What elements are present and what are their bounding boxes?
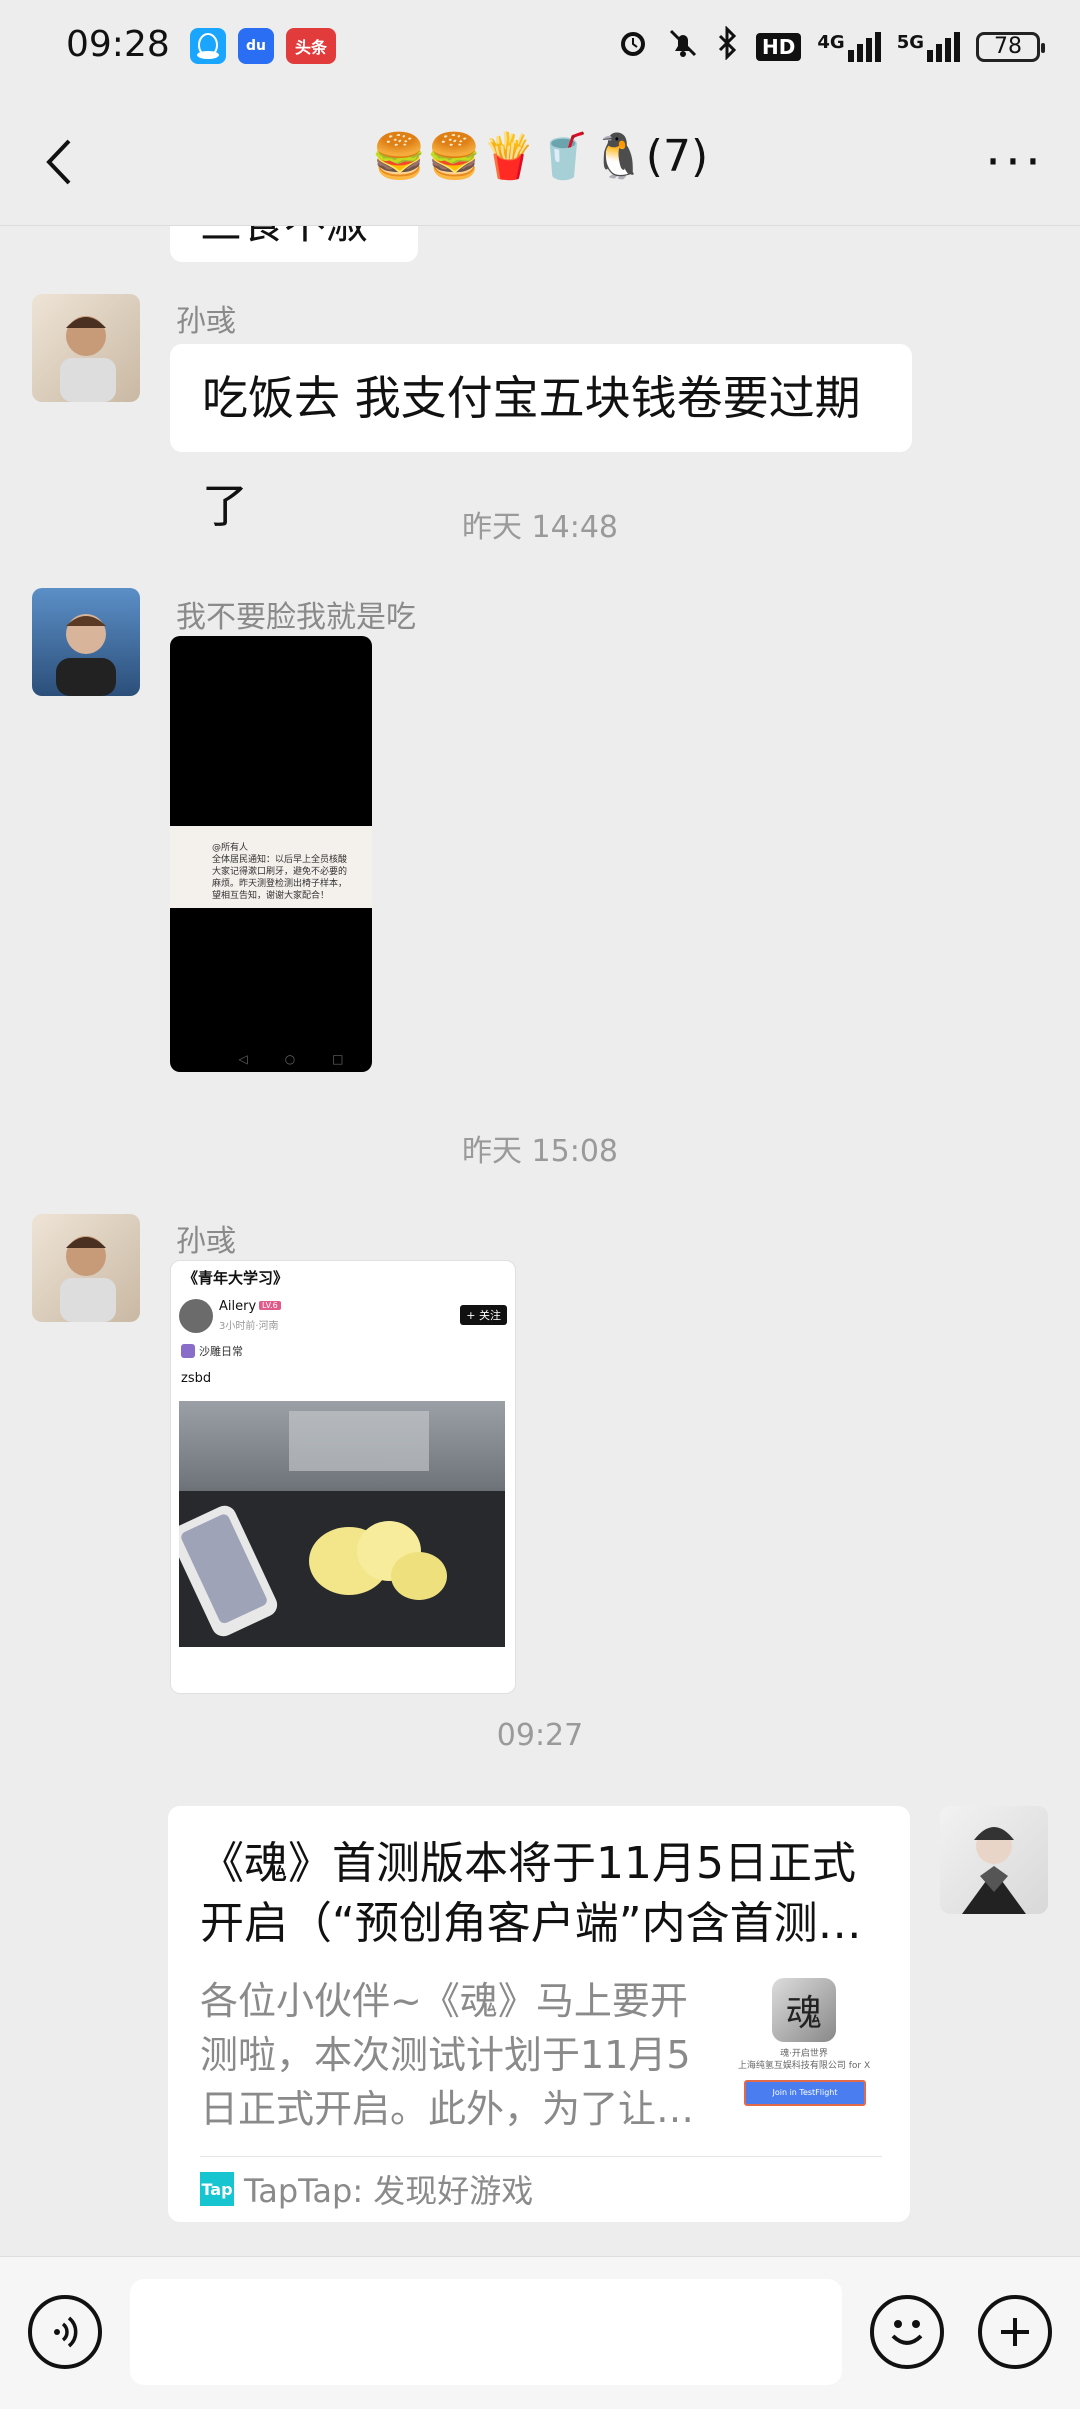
voice-button[interactable] [28, 2295, 102, 2369]
bluetooth-icon [716, 25, 740, 67]
link-divider [200, 2156, 882, 2157]
status-time: 09:28 [66, 24, 170, 65]
qq-icon [190, 28, 226, 64]
battery-indicator: 78 [976, 31, 1045, 62]
shared-post-card[interactable]: 《青年大学习》 Ailery LV.6 3小时前·河南 + 关注 沙雕日常 zs… [170, 1260, 516, 1694]
chat-header: 🍔🍔🍟🥤🐧(7) ··· [0, 100, 1080, 226]
more-options-button[interactable]: ··· [980, 133, 1050, 191]
link-description: 各位小伙伴~《魂》马上要开测啦，本次测试计划于11月5日正式开启。此外，为了让… [200, 1979, 695, 2131]
plus-icon [1001, 2318, 1029, 2346]
baidu-icon: du [238, 28, 274, 64]
status-system-icons: HD 4G 5G 78 [616, 25, 1045, 67]
sender-name: 孙彧 [176, 1224, 236, 1259]
message-text: 三食不淑 [200, 226, 368, 248]
timestamp: 昨天 15:08 [462, 1134, 618, 1169]
emoji-icon [891, 2320, 923, 2345]
signal-4g-icon: 4G [817, 31, 881, 62]
post-body: zsbd [181, 1371, 212, 1386]
alarm-icon [616, 26, 650, 67]
status-app-icons: du 头条 [190, 28, 336, 64]
image-message[interactable]: @所有人 全体居民通知：以后早上全员核酸 大家记得漱口刷牙，避免不必要的 麻烦。… [170, 636, 372, 1072]
chat-title: 🍔🍔🍟🥤🐧(7) [371, 131, 709, 182]
mute-icon [666, 26, 700, 67]
post-title: 《青年大学习》 [183, 1269, 289, 1287]
plus-button[interactable] [978, 2295, 1052, 2369]
post-username: Ailery [219, 1299, 257, 1314]
nav-buttons-bar: ◁ ○ □ [220, 1050, 362, 1068]
hd-icon: HD [756, 32, 802, 61]
message-bubble[interactable]: 吃饭去 我支付宝五块钱卷要过期了 [170, 344, 912, 533]
status-bar: 09:28 du 头条 HD 4G 5G 78 [0, 0, 1080, 100]
voice-icon [54, 2316, 78, 2348]
sender-name: 孙彧 [176, 304, 236, 339]
link-source: Tap TapTap: 发现好游戏 [200, 2172, 534, 2210]
post-meta: 3小时前·河南 [219, 1321, 279, 1332]
sender-name: 我不要脸我就是吃 [176, 600, 416, 635]
avatar[interactable] [32, 1214, 140, 1322]
message-bubble-partial[interactable]: 三食不淑 [170, 226, 418, 262]
post-level-badge: LV.6 [259, 1301, 281, 1310]
link-title: 《魂》首测版本将于11月5日正式开启（“预创角客户端”内含首测… [200, 1838, 862, 1949]
timestamp: 昨天 14:48 [462, 510, 618, 545]
recent-square-icon: □ [332, 1052, 344, 1066]
timestamp: 09:27 [496, 1718, 584, 1753]
taptap-icon: Tap [200, 2172, 234, 2206]
post-photo [179, 1401, 505, 1647]
link-thumbnail: 魂 魂·开启世界 上海纯氢互娱科技有限公司 for X Join in Test… [730, 1976, 878, 2116]
message-input[interactable] [130, 2279, 842, 2385]
input-bar [0, 2256, 1080, 2409]
emoji-button[interactable] [870, 2295, 944, 2369]
tag-icon [181, 1344, 195, 1358]
follow-button[interactable]: + 关注 [460, 1305, 507, 1325]
my-avatar[interactable] [940, 1806, 1048, 1914]
home-circle-icon: ○ [284, 1052, 296, 1066]
signal-5g-icon: 5G [897, 31, 960, 62]
toutiao-icon: 头条 [286, 28, 336, 64]
testflight-button: Join in TestFlight [744, 2080, 866, 2106]
avatar[interactable] [32, 294, 140, 402]
back-triangle-icon: ◁ [238, 1052, 248, 1066]
link-share-card[interactable]: 《魂》首测版本将于11月5日正式开启（“预创角客户端”内含首测… 各位小伙伴~《… [168, 1806, 910, 2222]
post-avatar [179, 1299, 213, 1333]
avatar[interactable] [32, 588, 140, 696]
chat-messages[interactable]: 三食不淑 孙彧 吃饭去 我支付宝五块钱卷要过期了 昨天 14:48 我不要脸我就… [0, 226, 1080, 2256]
screenshot-overlay: @所有人 全体居民通知：以后早上全员核酸 大家记得漱口刷牙，避免不必要的 麻烦。… [170, 826, 372, 908]
game-logo-icon: 魂 [772, 1978, 836, 2042]
post-tag: 沙雕日常 [181, 1343, 243, 1359]
